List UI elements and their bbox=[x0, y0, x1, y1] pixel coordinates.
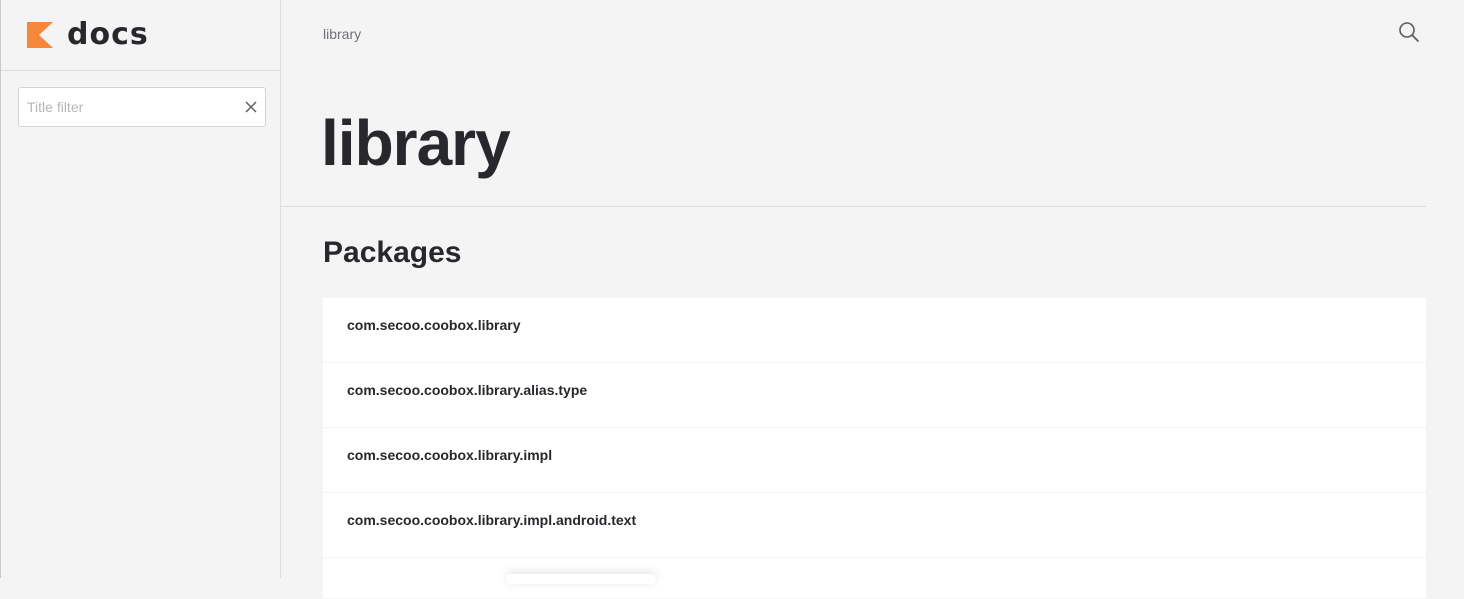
package-row: com.secoo.coobox.library.alias.type bbox=[323, 363, 1426, 427]
divider bbox=[281, 206, 1426, 207]
search-icon[interactable] bbox=[1397, 20, 1421, 44]
logo[interactable]: docs bbox=[1, 0, 280, 71]
main-content: library library Packages com.secoo.coobo… bbox=[281, 0, 1464, 598]
title-filter-input[interactable] bbox=[19, 88, 239, 126]
sidebar: docs bbox=[0, 0, 281, 578]
page-title: library bbox=[321, 107, 511, 179]
logo-text: docs bbox=[67, 17, 149, 52]
package-list: com.secoo.coobox.library com.secoo.coobo… bbox=[323, 298, 1426, 599]
breadcrumb[interactable]: library bbox=[323, 26, 361, 42]
package-row: com.secoo.coobox.library.impl bbox=[323, 428, 1426, 492]
package-link[interactable]: com.secoo.coobox.library.impl bbox=[347, 447, 552, 463]
title-filter bbox=[18, 87, 266, 127]
popup-edge bbox=[506, 574, 656, 584]
package-link[interactable]: com.secoo.coobox.library.impl.android.te… bbox=[347, 512, 636, 528]
package-row: com.secoo.coobox.library bbox=[323, 298, 1426, 362]
kotlin-k-logo-icon bbox=[27, 22, 53, 48]
section-title-packages: Packages bbox=[323, 236, 462, 269]
package-link[interactable]: com.secoo.coobox.library.alias.type bbox=[347, 382, 587, 398]
package-row bbox=[323, 558, 1426, 598]
package-link[interactable]: com.secoo.coobox.library bbox=[347, 317, 521, 333]
package-row: com.secoo.coobox.library.impl.android.te… bbox=[323, 493, 1426, 557]
close-icon[interactable] bbox=[244, 100, 258, 114]
